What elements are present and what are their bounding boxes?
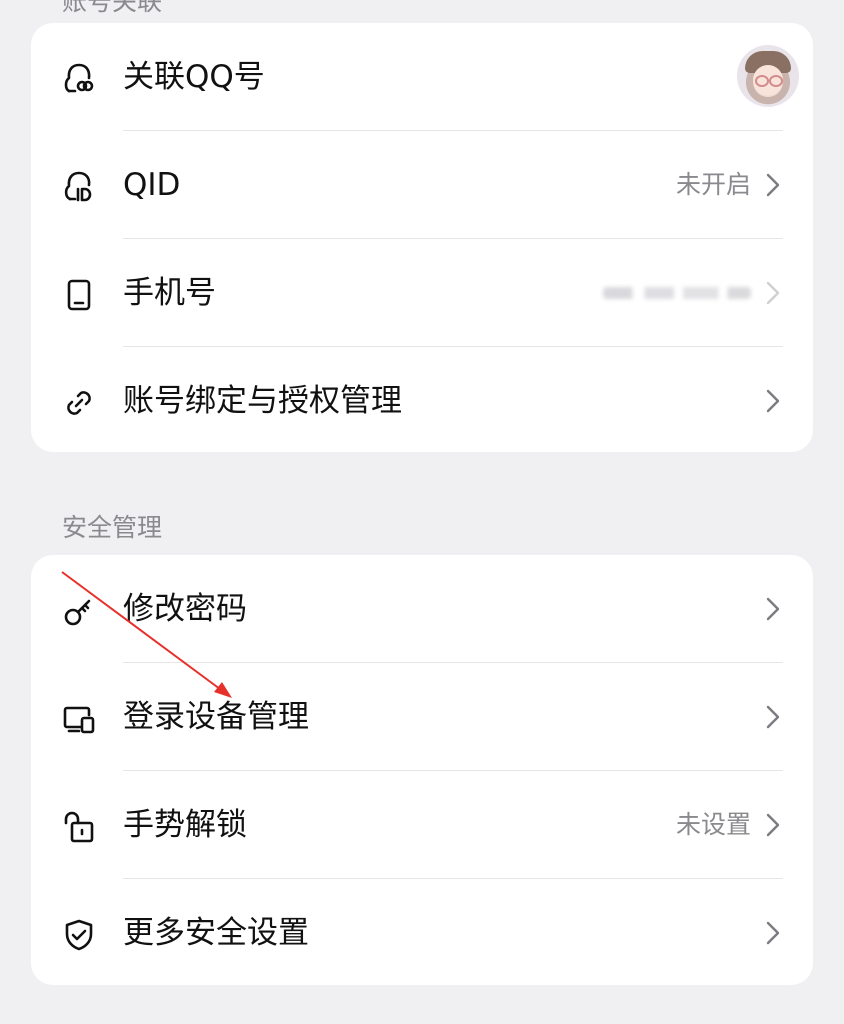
row-qid[interactable]: QID 未开启: [31, 131, 813, 239]
row-label: 更多安全设置: [123, 915, 309, 951]
row-link-qq[interactable]: 关联QQ号: [31, 23, 813, 131]
row-more-security[interactable]: 更多安全设置: [31, 879, 813, 987]
row-label: 账号绑定与授权管理: [123, 383, 402, 419]
row-label: 手势解锁: [123, 807, 247, 843]
row-label: QID: [123, 167, 181, 203]
qq-link-icon: [61, 61, 97, 97]
account-card: 关联QQ号 QID 未开启 手机号 账号绑定与授权管理: [31, 23, 813, 452]
security-card: 修改密码 登录设备管理 手势解锁 未设置 更多安全设置: [31, 555, 813, 985]
key-icon: [61, 593, 97, 629]
row-value: 未开启: [675, 170, 751, 199]
row-phone[interactable]: 手机号: [31, 239, 813, 347]
chevron-right-icon: [763, 279, 783, 307]
chevron-right-icon: [763, 919, 783, 947]
row-label: 修改密码: [123, 591, 247, 627]
row-account-binding[interactable]: 账号绑定与授权管理: [31, 347, 813, 455]
chevron-right-icon: [763, 811, 783, 839]
chevron-right-icon: [763, 171, 783, 199]
row-label: 手机号: [123, 275, 216, 311]
row-value: 未设置: [675, 810, 751, 839]
chevron-right-icon: [763, 703, 783, 731]
row-label: 关联QQ号: [123, 59, 265, 95]
row-label: 登录设备管理: [123, 699, 309, 735]
row-login-devices[interactable]: 登录设备管理: [31, 663, 813, 771]
chevron-right-icon: [763, 387, 783, 415]
section-header-security: 安全管理: [62, 513, 163, 542]
phone-number-redacted: [603, 287, 751, 299]
devices-icon: [61, 701, 97, 737]
link-icon: [61, 385, 97, 421]
row-change-password[interactable]: 修改密码: [31, 555, 813, 663]
unlock-icon: [61, 809, 97, 845]
qid-icon: [61, 169, 97, 205]
shield-check-icon: [61, 917, 97, 953]
row-gesture-unlock[interactable]: 手势解锁 未设置: [31, 771, 813, 879]
chevron-right-icon: [763, 595, 783, 623]
qq-avatar[interactable]: [737, 45, 799, 107]
phone-icon: [61, 277, 97, 313]
section-header-account: 账号关联: [62, 0, 163, 16]
